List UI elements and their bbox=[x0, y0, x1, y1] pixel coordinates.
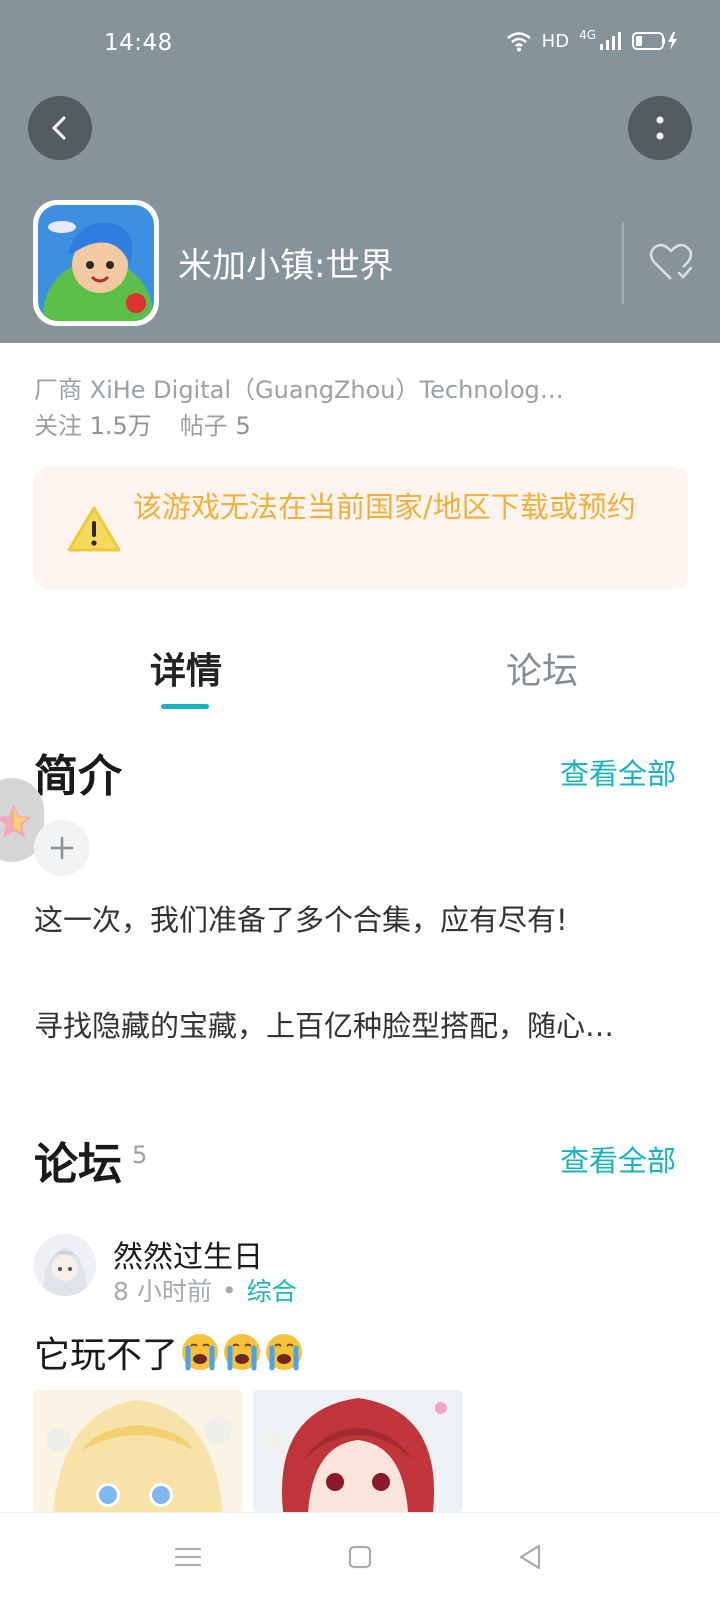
posts-count: 5 bbox=[235, 412, 251, 440]
follow-label: 关注 bbox=[34, 412, 82, 440]
warning-text: 该游戏无法在当前国家/地区下载或预约 bbox=[133, 490, 636, 524]
signal-icon bbox=[600, 32, 621, 50]
warning-triangle-icon bbox=[67, 506, 121, 552]
app-title: 米加小镇:世界 bbox=[178, 246, 394, 286]
more-vertical-icon bbox=[656, 116, 664, 140]
post-content[interactable]: 它玩不了 bbox=[34, 1326, 304, 1378]
intro-text-line: 寻找隐藏的宝藏，上百亿种脸型搭配，随心… bbox=[34, 1009, 615, 1043]
status-time: 14:48 bbox=[104, 30, 173, 56]
region-warning: 该游戏无法在当前国家/地区下载或预约 bbox=[33, 467, 688, 589]
back-triangle-icon bbox=[519, 1544, 541, 1570]
post-image[interactable] bbox=[33, 1390, 243, 1512]
forum-count: 5 bbox=[132, 1141, 148, 1169]
post-category[interactable]: 综合 bbox=[247, 1272, 297, 1308]
heart-icon[interactable] bbox=[648, 242, 694, 282]
menu-icon bbox=[175, 1547, 201, 1567]
hd-indicator: HD bbox=[541, 30, 570, 52]
battery-icon bbox=[632, 32, 677, 50]
status-bar: 14:48 HD 4G bbox=[0, 0, 720, 90]
tab-details[interactable]: 详情 bbox=[150, 642, 222, 694]
chevron-left-icon bbox=[52, 116, 66, 140]
nav-menu-button[interactable] bbox=[166, 1535, 210, 1579]
post-meta: 8 小时前 • 综合 bbox=[113, 1272, 297, 1308]
active-tab-indicator bbox=[161, 704, 209, 709]
plus-icon bbox=[50, 836, 74, 860]
app-stats: 关注 1.5万 帖子 5 bbox=[34, 406, 251, 441]
app-icon bbox=[33, 200, 159, 326]
post-image[interactable] bbox=[253, 1390, 463, 1512]
post-author[interactable]: 然然过生日 bbox=[113, 1232, 263, 1276]
posts-label: 帖子 bbox=[179, 412, 228, 440]
more-button[interactable] bbox=[628, 96, 692, 160]
crying-face-emoji bbox=[266, 1334, 303, 1371]
intro-see-all-link[interactable]: 查看全部 bbox=[560, 751, 676, 793]
developer-info[interactable]: 厂商 XiHe Digital（GuangZhou）Technolog… bbox=[34, 370, 594, 405]
meta-separator: • bbox=[221, 1275, 237, 1305]
forum-title: 论坛 bbox=[34, 1139, 122, 1190]
network-type: 4G bbox=[579, 28, 596, 42]
avatar[interactable] bbox=[34, 1234, 96, 1296]
follow-stat: 关注 1.5万 bbox=[34, 406, 152, 441]
header-divider bbox=[622, 222, 624, 304]
status-icons: HD 4G bbox=[506, 28, 680, 52]
intro-text-line: 这一次，我们准备了多个合集，应有尽有! bbox=[34, 903, 568, 937]
wifi-icon bbox=[506, 32, 531, 52]
app-header: 14:48 HD 4G 米加小镇:世界 bbox=[0, 0, 720, 343]
post-time: 8 小时前 bbox=[113, 1277, 212, 1306]
crying-face-emoji bbox=[182, 1334, 219, 1371]
add-button[interactable] bbox=[34, 820, 90, 876]
nav-back-button[interactable] bbox=[508, 1535, 552, 1579]
system-nav-bar bbox=[0, 1512, 720, 1600]
post-text: 它玩不了 bbox=[34, 1335, 179, 1376]
intro-title: 简介 bbox=[34, 751, 122, 802]
tab-forum[interactable]: 论坛 bbox=[506, 642, 578, 694]
home-square-icon bbox=[348, 1545, 372, 1569]
forum-see-all-link[interactable]: 查看全部 bbox=[560, 1138, 676, 1180]
crying-face-emoji bbox=[224, 1334, 261, 1371]
back-button[interactable] bbox=[28, 96, 92, 160]
nav-home-button[interactable] bbox=[338, 1535, 382, 1579]
follow-count: 1.5万 bbox=[89, 412, 152, 440]
posts-stat: 帖子 5 bbox=[180, 406, 251, 441]
